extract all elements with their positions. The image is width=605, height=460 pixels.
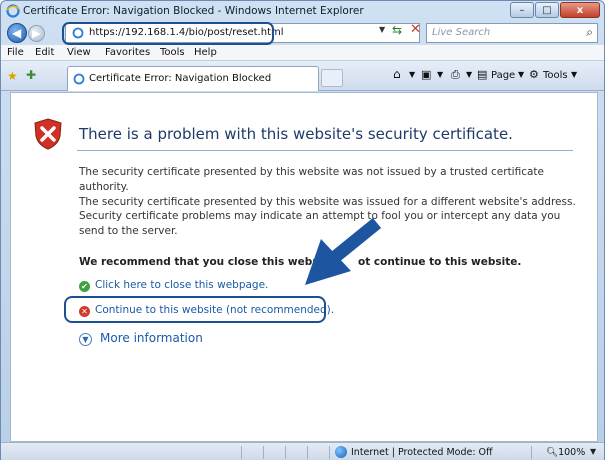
feeds-icon[interactable]: ▣ [421,68,431,81]
title-bar: Certificate Error: Navigation Blocked - … [1,1,604,21]
zoom-value: 100% [558,447,586,458]
print-icon[interactable]: ⎙ [451,68,460,82]
refresh-icon[interactable]: ⇆ [392,23,402,37]
menu-tools[interactable]: Tools [160,47,185,58]
menu-edit[interactable]: Edit [35,47,54,58]
zoom-dropdown-icon[interactable]: ▼ [590,447,596,456]
forward-arrow-icon: ▶ [32,27,41,40]
status-divider [307,446,308,459]
status-divider [285,446,286,459]
stop-icon[interactable]: ✕ [410,22,421,37]
security-zone[interactable]: Internet | Protected Mode: Off [351,447,493,458]
status-divider [241,446,242,459]
ie-window: Certificate Error: Navigation Blocked - … [0,0,605,460]
back-button[interactable]: ◀ [7,23,27,43]
close-window-button[interactable]: x [560,2,600,18]
address-dropdown-icon[interactable]: ▼ [379,25,385,34]
minimize-button[interactable]: – [510,2,534,18]
check-shield-icon: ✔ [79,281,90,292]
tab-label: Certificate Error: Navigation Blocked [89,73,272,84]
status-divider [329,446,330,459]
close-webpage-label: Click here to close this webpage. [95,279,269,291]
add-favorites-icon[interactable]: ✚ [26,68,36,82]
more-information-label: More information [100,331,203,345]
expand-chevron-icon: ▼ [79,333,92,346]
maximize-button[interactable]: □ [535,2,559,18]
menu-view[interactable]: View [67,47,91,58]
tab-bar: ★ ✚ Certificate Error: Navigation Blocke… [1,61,604,91]
certificate-explanation: The security certificate presented by th… [79,165,579,210]
certificate-reason-2: The security certificate presented by th… [79,196,576,208]
certificate-reason-1: The security certificate presented by th… [79,166,544,193]
tools-gear-icon[interactable]: ⚙ [529,68,539,81]
menu-help[interactable]: Help [194,47,217,58]
home-dropdown-icon[interactable]: ▼ [409,70,415,79]
continue-highlight-callout [64,296,326,323]
tools-menu[interactable]: Tools [543,70,568,81]
status-bar: Internet | Protected Mode: Off 🔍︎100% ▼ [1,442,604,460]
window-title: Certificate Error: Navigation Blocked - … [23,5,364,17]
tab-certificate-error[interactable]: Certificate Error: Navigation Blocked [67,66,319,91]
page-menu[interactable]: Page [491,70,515,81]
page-dropdown-icon[interactable]: ▼ [518,70,524,79]
print-dropdown-icon[interactable]: ▼ [466,70,472,79]
error-shield-icon [34,118,62,150]
error-headline: There is a problem with this website's s… [79,125,513,143]
menu-bar: File Edit View Favorites Tools Help [1,45,604,61]
menu-file[interactable]: File [7,47,24,58]
page-menu-icon[interactable]: ▤ [477,68,487,81]
tab-page-icon [73,73,85,85]
back-arrow-icon: ◀ [12,26,22,40]
search-input[interactable]: Live Search ⌕ [426,23,598,43]
status-divider [263,446,264,459]
address-highlight-callout [62,22,274,45]
search-icon[interactable]: ⌕ [586,25,593,40]
search-placeholder: Live Search [432,27,491,38]
pointer-arrow-icon [305,217,382,285]
new-tab-button[interactable] [321,69,343,87]
close-webpage-link[interactable]: ✔ Click here to close this webpage. [79,279,268,292]
favorites-star-icon[interactable]: ★ [7,69,18,83]
ie-logo-icon [6,4,20,18]
window-controls: – □ x [510,2,600,18]
menu-favorites[interactable]: Favorites [105,47,150,58]
headline-divider [77,150,573,151]
home-icon[interactable]: ⌂ [393,67,401,81]
forward-button[interactable]: ▶ [28,25,45,42]
more-information-link[interactable]: ▼ More information [79,331,203,346]
status-divider [531,446,532,459]
zoom-level[interactable]: 🔍︎100% [546,447,585,458]
tools-dropdown-icon[interactable]: ▼ [571,70,577,79]
internet-zone-icon [335,446,347,458]
feeds-dropdown-icon[interactable]: ▼ [437,70,443,79]
